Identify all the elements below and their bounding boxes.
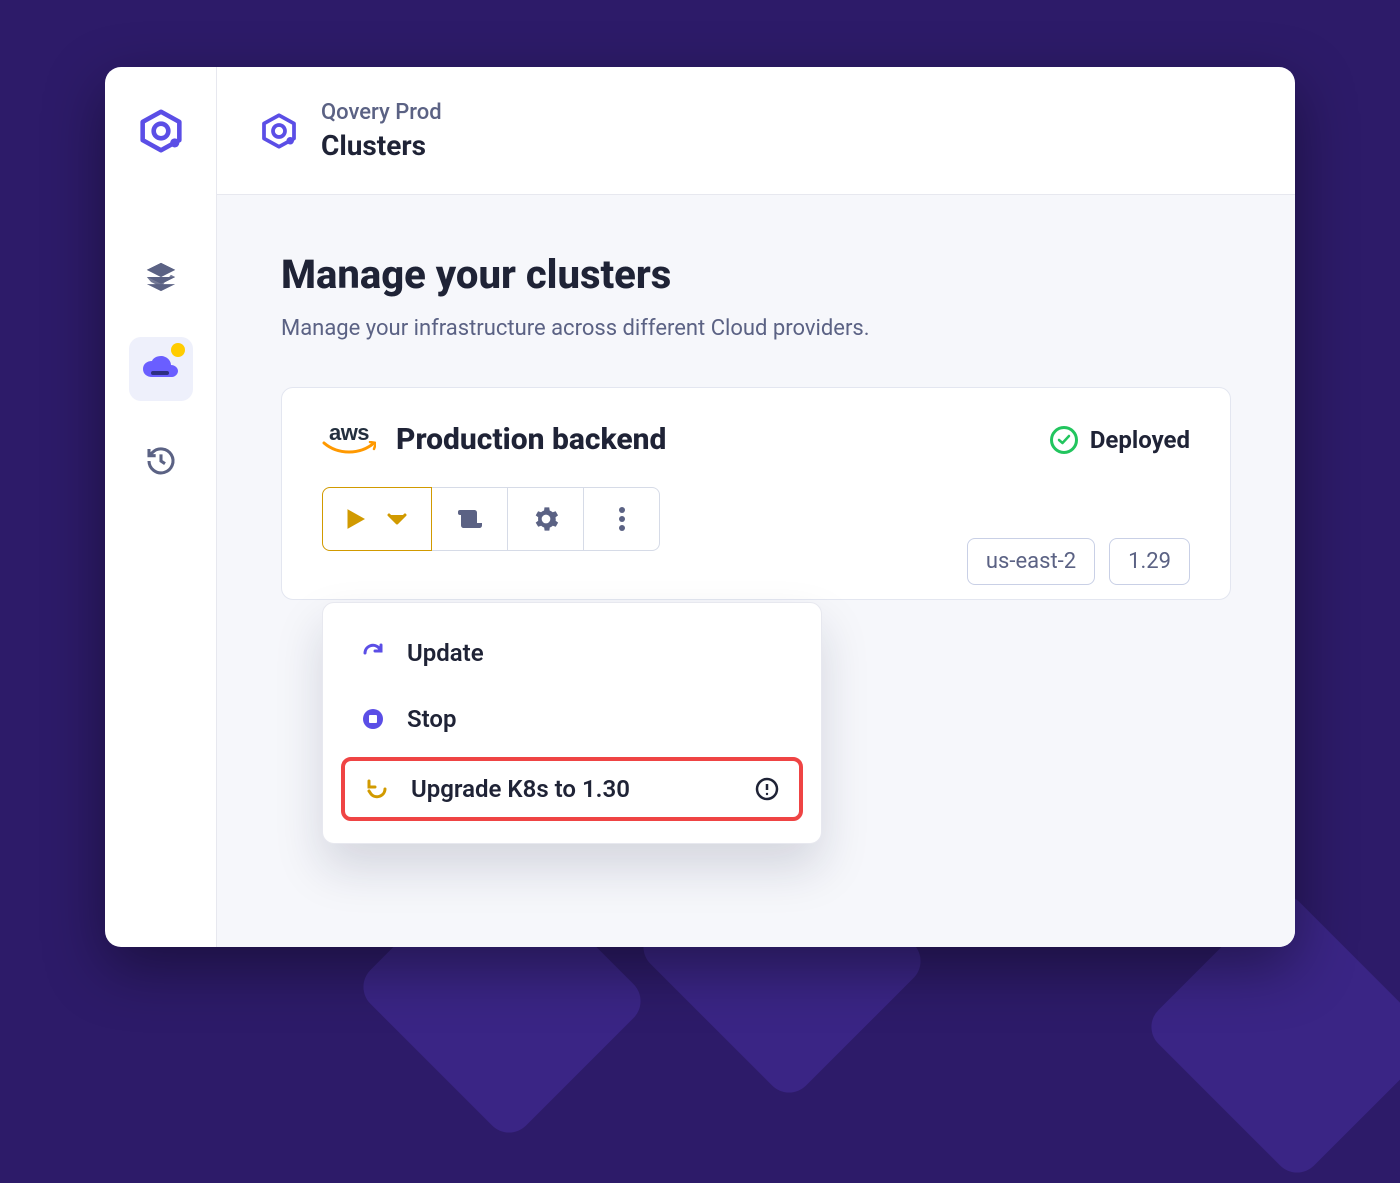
- menu-update-label: Update: [407, 639, 484, 667]
- chip-region: us-east-2: [967, 538, 1095, 585]
- cluster-name[interactable]: Production backend: [396, 422, 666, 457]
- menu-stop[interactable]: Stop: [341, 691, 803, 747]
- notification-dot-icon: [171, 343, 185, 357]
- nav-history[interactable]: [129, 429, 193, 493]
- more-button[interactable]: [584, 487, 660, 551]
- cloud-icon: [141, 355, 181, 383]
- status-label: Deployed: [1090, 426, 1190, 454]
- cluster-status: Deployed: [1050, 426, 1190, 454]
- breadcrumb: Qovery Prod Clusters: [321, 100, 442, 162]
- stop-icon: [359, 707, 387, 731]
- menu-update[interactable]: Update: [341, 625, 803, 681]
- cluster-chips: us-east-2 1.29: [967, 538, 1190, 585]
- play-icon: [347, 509, 365, 529]
- page-title: Manage your clusters: [281, 251, 1231, 298]
- gear-icon: [533, 506, 559, 532]
- scroll-icon: [457, 507, 483, 531]
- deploy-split-button[interactable]: [322, 487, 432, 551]
- kebab-icon: [618, 506, 626, 532]
- content: Manage your clusters Manage your infrast…: [217, 195, 1295, 947]
- chevron-down-icon: [387, 513, 407, 525]
- app-logo[interactable]: [105, 67, 216, 195]
- main: Qovery Prod Clusters Manage your cluster…: [217, 67, 1295, 947]
- check-circle-icon: [1050, 426, 1078, 454]
- topbar: Qovery Prod Clusters: [217, 67, 1295, 195]
- deploy-dropdown: Update Stop Upgrade K8s to 1.30: [322, 602, 822, 844]
- aws-icon: aws: [322, 424, 376, 456]
- page-subtitle: Manage your infrastructure across differ…: [281, 316, 1231, 341]
- nav-layers[interactable]: [129, 245, 193, 309]
- nav-cloud[interactable]: [129, 337, 193, 401]
- menu-upgrade-label: Upgrade K8s to 1.30: [411, 775, 630, 803]
- app-window: Qovery Prod Clusters Manage your cluster…: [105, 67, 1295, 947]
- sidebar: [105, 67, 217, 947]
- chip-k8s-version: 1.29: [1109, 538, 1190, 585]
- upgrade-icon: [363, 777, 391, 801]
- breadcrumb-org-icon: [257, 109, 301, 153]
- history-icon: [145, 445, 177, 477]
- menu-upgrade-k8s[interactable]: Upgrade K8s to 1.30: [341, 757, 803, 821]
- layers-icon: [144, 260, 178, 294]
- logs-button[interactable]: [432, 487, 508, 551]
- refresh-icon: [359, 641, 387, 665]
- breadcrumb-page: Clusters: [321, 129, 442, 162]
- settings-button[interactable]: [508, 487, 584, 551]
- breadcrumb-org[interactable]: Qovery Prod: [321, 100, 442, 125]
- cluster-card: aws Production backend Deployed: [281, 387, 1231, 600]
- alert-circle-icon: [753, 777, 781, 801]
- menu-stop-label: Stop: [407, 705, 457, 733]
